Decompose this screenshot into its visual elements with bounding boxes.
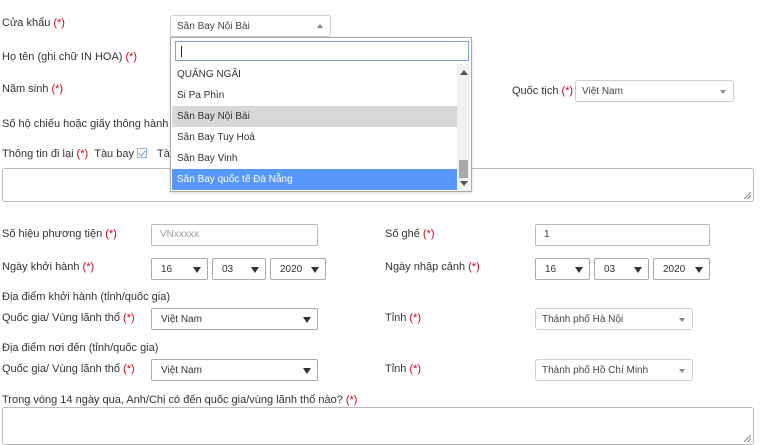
tinh-2-select[interactable]: Thành phố Hồ Chí Minh [535, 359, 693, 381]
dropdown-search-input[interactable] [175, 41, 469, 61]
thong-tin-di-lai-label: Thông tin đi lại(*) Tàu bay Tàu t [2, 148, 182, 160]
so-hieu-input[interactable]: VNxxxxx [151, 224, 318, 246]
tinh-2-label: Tỉnh (*) [385, 363, 422, 375]
chevron-down-icon [193, 267, 201, 273]
tau-bay-label: Tàu bay [94, 148, 134, 160]
chevron-down-icon [303, 317, 311, 323]
quoc-gia-2-select[interactable]: Việt Nam [151, 359, 318, 381]
so-ghe-label: Số ghế (*) [385, 228, 435, 240]
chevron-down-icon [311, 267, 319, 273]
scroll-up-icon[interactable] [460, 70, 468, 75]
chevron-down-icon [575, 267, 583, 273]
quoc-gia-2-label: Quốc gia/ Vùng lãnh thổ (*) [2, 363, 135, 375]
nam-sinh-label: Năm sinh (*) [2, 83, 64, 95]
resize-grip-icon [744, 435, 751, 442]
cua-khau-value: Sân Bay Nội Bài [177, 21, 250, 32]
so-hieu-label: Số hiệu phương tiện (*) [2, 228, 117, 240]
dropdown-option[interactable]: Sân bay Cát Bi [172, 190, 457, 191]
cua-khau-dropdown[interactable]: QUẢNG NGÃI Si Pa Phìn Sân Bay Nội Bài Sân B… [170, 37, 472, 192]
khoi-hanh-month-select[interactable]: 03 [212, 258, 266, 280]
chevron-down-icon [679, 369, 685, 373]
nhap-canh-day-select[interactable]: 16 [535, 258, 590, 280]
chevron-up-icon [317, 24, 323, 28]
tinh-1-select[interactable]: Thành phố Hà Nội [535, 308, 693, 330]
scroll-down-icon[interactable] [460, 181, 468, 186]
nhap-canh-month-select[interactable]: 03 [594, 258, 649, 280]
ngay-khoi-hanh-label: Ngày khởi hành (*) [2, 261, 95, 273]
chevron-down-icon [695, 267, 703, 273]
chevron-down-icon [634, 267, 642, 273]
so-ghe-input[interactable]: 1 [535, 224, 710, 246]
ho-chieu-label: Số hộ chiếu hoặc giấy thông hành h [2, 118, 178, 130]
text-caret [181, 46, 182, 57]
ngay-nhap-canh-label: Ngày nhập cảnh (*) [385, 261, 480, 273]
trong-vong-14-ngay-label: Trong vòng 14 ngày qua, Anh/Chị có đến q… [2, 394, 358, 406]
chevron-down-icon [720, 90, 726, 94]
khoi-hanh-day-select[interactable]: 16 [151, 258, 208, 280]
dropdown-option[interactable]: Si Pa Phìn [172, 85, 457, 106]
scrollbar-thumb[interactable] [459, 160, 468, 178]
nhap-canh-year-select[interactable]: 2020 [653, 258, 710, 280]
chevron-down-icon [303, 368, 311, 374]
cua-khau-select[interactable]: Sân Bay Nội Bài [170, 15, 331, 37]
checkmark-icon[interactable] [136, 148, 147, 158]
dropdown-option[interactable]: Sân Bay Tuy Hoà [172, 127, 457, 148]
dia-diem-khoi-hanh-heading: Địa điểm khởi hành (tỉnh/quốc gia) [2, 291, 171, 303]
tinh-1-label: Tỉnh (*) [385, 312, 422, 324]
chevron-down-icon [251, 267, 259, 273]
khoi-hanh-year-select[interactable]: 2020 [270, 258, 326, 280]
quoc-gia-1-select[interactable]: Việt Nam [151, 308, 318, 330]
ho-ten-label: Họ tên (ghi chữ IN HOA) (*) [2, 51, 138, 63]
resize-grip-icon [744, 192, 751, 199]
quoc-tich-value: Việt Nam [582, 86, 623, 97]
dropdown-option[interactable]: Sân Bay quốc tế Đà Nẵng [172, 169, 457, 190]
cua-khau-label: Cửa khẩu (*) [2, 17, 65, 29]
quoc-tich-label: Quốc tịch (*) [512, 85, 574, 97]
trong-vong-textarea[interactable] [2, 407, 754, 445]
dropdown-option[interactable]: Sân Bay Vinh [172, 148, 457, 169]
dropdown-scrollbar[interactable] [457, 64, 470, 191]
quoc-tich-select[interactable]: Việt Nam [575, 80, 734, 102]
chevron-down-icon [679, 318, 685, 322]
dropdown-option[interactable]: Sân Bay Nội Bài [172, 106, 457, 127]
dropdown-option[interactable]: QUẢNG NGÃI [172, 64, 457, 85]
dropdown-options-list[interactable]: QUẢNG NGÃI Si Pa Phìn Sân Bay Nội Bài Sân B… [172, 64, 457, 191]
quoc-gia-1-label: Quốc gia/ Vùng lãnh thổ (*) [2, 312, 135, 324]
dia-diem-noi-den-heading: Địa điểm nơi đến (tỉnh/quốc gia) [2, 342, 159, 354]
